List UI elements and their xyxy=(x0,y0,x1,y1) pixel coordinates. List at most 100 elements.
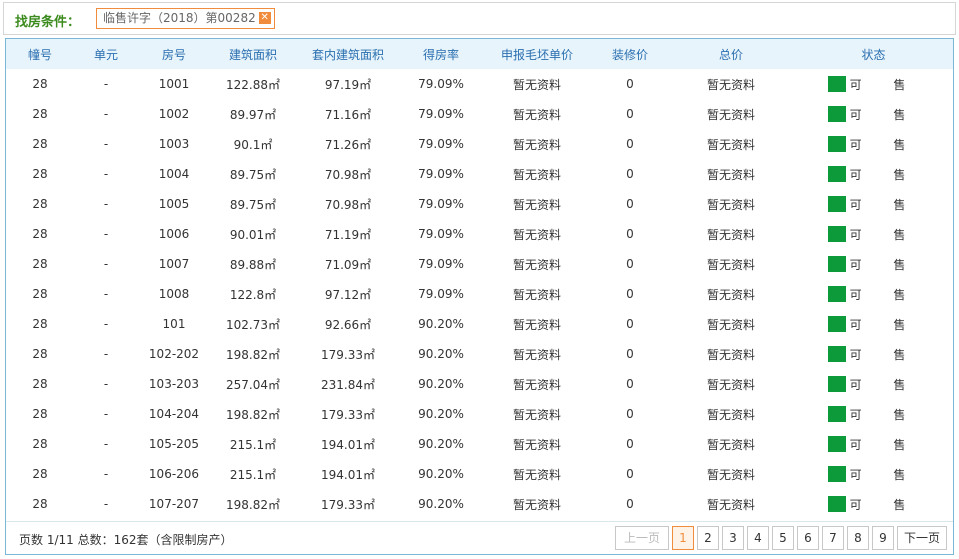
table-row: 28 - 105-205 215.1㎡ 194.01㎡ 90.20% 暂无资料 0 暂无资料 可 … xyxy=(6,429,953,459)
filter-tag[interactable]: 临售许字（2018）第00282 ✕ xyxy=(96,8,275,29)
table-cell: 暂无资料 xyxy=(512,167,561,182)
status-text: 可 售 xyxy=(849,407,920,422)
table-row: 28 - 1008 122.8㎡ 97.12㎡ 79.09% 暂无资料 0 暂无资料 可 售 xyxy=(6,279,953,309)
table-cell: 90.20% xyxy=(418,317,464,331)
status-text: 可 售 xyxy=(849,287,920,302)
status-color-box xyxy=(827,346,846,362)
table-cell: 71.26㎡ xyxy=(324,137,372,152)
table-cell: 89.88㎡ xyxy=(229,257,277,272)
page-button[interactable]: 5 xyxy=(772,526,794,550)
column-header: 房号 xyxy=(161,47,186,62)
table-cell: 90.20% xyxy=(418,347,464,361)
table-cell: 79.09% xyxy=(418,107,464,121)
table-cell: 28 xyxy=(32,497,48,511)
table-cell: 28 xyxy=(32,137,48,151)
status-color-box xyxy=(827,496,846,512)
table-row: 28 - 1007 89.88㎡ 71.09㎡ 79.09% 暂无资料 0 暂无资料 可 售 xyxy=(6,249,953,279)
column-header: 套内建筑面积 xyxy=(311,47,384,62)
table-cell: - xyxy=(103,197,109,211)
table-cell: 暂无资料 xyxy=(706,287,755,302)
table-cell: 28 xyxy=(32,407,48,421)
table-cell: 1006 xyxy=(158,227,190,241)
table-cell: 暂无资料 xyxy=(706,347,755,362)
table-cell: 0 xyxy=(626,257,634,271)
table-cell: 0 xyxy=(626,77,634,91)
table-cell: 暂无资料 xyxy=(512,467,561,482)
table-cell: 0 xyxy=(626,497,634,511)
status-text: 可 售 xyxy=(849,137,920,152)
close-icon[interactable]: ✕ xyxy=(258,12,271,24)
page-button[interactable]: 4 xyxy=(747,526,769,550)
table-row: 28 - 1002 89.97㎡ 71.16㎡ 79.09% 暂无资料 0 暂无资料 可 售 xyxy=(6,99,953,129)
page-button[interactable]: 6 xyxy=(797,526,819,550)
status-text: 可 售 xyxy=(849,437,920,452)
table-cell: 暂无资料 xyxy=(512,347,561,362)
table-cell: 105-205 xyxy=(148,437,200,451)
table-cell: 暂无资料 xyxy=(512,77,561,92)
status-color-box xyxy=(827,316,846,332)
table-cell: 0 xyxy=(626,437,634,451)
table-cell: - xyxy=(103,77,109,91)
table-cell: - xyxy=(103,167,109,181)
table-cell: 28 xyxy=(32,167,48,181)
table-cell: 79.09% xyxy=(418,167,464,181)
table-cell: 28 xyxy=(32,107,48,121)
pagination: 上一页 1 2 3 4 5 6 7 8 9 下一页 xyxy=(615,526,947,550)
table-cell: 暂无资料 xyxy=(706,227,755,242)
page-button[interactable]: 7 xyxy=(822,526,844,550)
prev-page-button[interactable]: 上一页 xyxy=(615,526,669,550)
table-cell: 暂无资料 xyxy=(706,407,755,422)
table-row: 28 - 106-206 215.1㎡ 194.01㎡ 90.20% 暂无资料 0 暂无资料 可 … xyxy=(6,459,953,489)
table-cell: 28 xyxy=(32,77,48,91)
table-cell: 1004 xyxy=(158,167,190,181)
table-cell: 暂无资料 xyxy=(706,257,755,272)
table-cell: 107-207 xyxy=(148,497,200,511)
table-row: 28 - 104-204 198.82㎡ 179.33㎡ 90.20% 暂无资料 0 暂无资料 可… xyxy=(6,399,953,429)
page-button[interactable]: 8 xyxy=(847,526,869,550)
table-cell: 28 xyxy=(32,197,48,211)
status-cell: 可 售 xyxy=(794,189,953,219)
page-button[interactable]: 3 xyxy=(722,526,744,550)
status-color-box xyxy=(827,196,846,212)
table-row: 28 - 1005 89.75㎡ 70.98㎡ 79.09% 暂无资料 0 暂无资料 可 售 xyxy=(6,189,953,219)
table-row: 28 - 1006 90.01㎡ 71.19㎡ 79.09% 暂无资料 0 暂无资料 可 售 xyxy=(6,219,953,249)
table-header-row: 幢号 单元 房号 建筑面积 套内建筑面积 得房率 申报毛坯单价 装修价 总价 状态 xyxy=(6,39,953,69)
table-cell: 暂无资料 xyxy=(512,437,561,452)
table-cell: 暂无资料 xyxy=(706,437,755,452)
table-cell: 198.82㎡ xyxy=(226,497,280,512)
table-row: 28 - 101 102.73㎡ 92.66㎡ 90.20% 暂无资料 0 暂无资料 可 售 xyxy=(6,309,953,339)
table-cell: 暂无资料 xyxy=(706,197,755,212)
table-cell: 1005 xyxy=(158,197,190,211)
table-cell: 215.1㎡ xyxy=(229,467,277,482)
table-cell: - xyxy=(103,437,109,451)
column-header: 装修价 xyxy=(611,47,648,62)
table-cell: 231.84㎡ xyxy=(321,377,375,392)
status-text: 可 售 xyxy=(849,167,920,182)
table-row: 28 - 107-207 198.82㎡ 179.33㎡ 90.20% 暂无资料 0 暂无资料 可… xyxy=(6,489,953,519)
table-cell: 暂无资料 xyxy=(512,317,561,332)
status-text: 可 售 xyxy=(849,467,920,482)
table-cell: 0 xyxy=(626,467,634,481)
next-page-button[interactable]: 下一页 xyxy=(897,526,947,550)
table-cell: 28 xyxy=(32,227,48,241)
page-button[interactable]: 1 xyxy=(672,526,694,550)
table-cell: 71.16㎡ xyxy=(324,107,372,122)
table-row: 28 - 1004 89.75㎡ 70.98㎡ 79.09% 暂无资料 0 暂无资料 可 售 xyxy=(6,159,953,189)
table-cell: 0 xyxy=(626,167,634,181)
table-cell: - xyxy=(103,107,109,121)
table-cell: 194.01㎡ xyxy=(321,437,375,452)
table-cell: 92.66㎡ xyxy=(324,317,372,332)
page-button[interactable]: 2 xyxy=(697,526,719,550)
status-cell: 可 售 xyxy=(794,309,953,339)
page-button[interactable]: 9 xyxy=(872,526,894,550)
status-cell: 可 售 xyxy=(794,459,953,489)
table-cell: 106-206 xyxy=(148,467,200,481)
table-row: 28 - 1003 90.1㎡ 71.26㎡ 79.09% 暂无资料 0 暂无资料 可 售 xyxy=(6,129,953,159)
status-text: 可 售 xyxy=(849,197,920,212)
status-cell: 可 售 xyxy=(794,99,953,129)
column-header: 建筑面积 xyxy=(228,47,277,62)
table-cell: 71.09㎡ xyxy=(324,257,372,272)
table-cell: 79.09% xyxy=(418,287,464,301)
table-cell: 1007 xyxy=(158,257,190,271)
table-cell: 0 xyxy=(626,137,634,151)
